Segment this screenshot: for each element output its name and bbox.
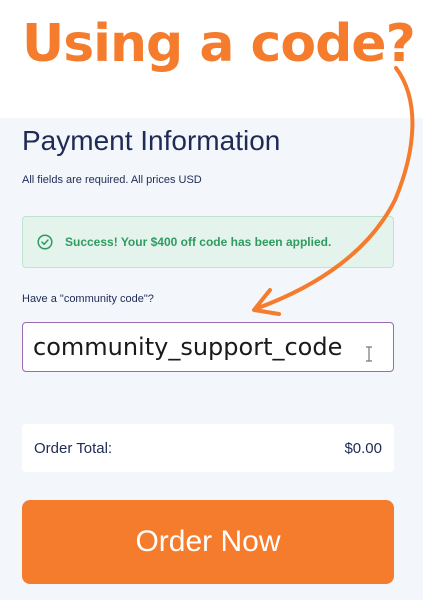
text-cursor-icon <box>366 346 372 362</box>
headline: Using a code? <box>22 14 416 74</box>
success-message: Success! Your $400 off code has been app… <box>65 235 332 249</box>
order-total-row: Order Total: $0.00 <box>22 424 394 472</box>
success-alert: Success! Your $400 off code has been app… <box>22 216 394 268</box>
order-now-button[interactable]: Order Now <box>22 500 394 584</box>
page-title: Payment Information <box>22 125 281 156</box>
community-code-label: Have a "community code"? <box>22 293 154 305</box>
page-subtitle: All fields are required. All prices USD <box>22 174 202 186</box>
order-total-value: $0.00 <box>344 439 382 457</box>
community-code-input[interactable] <box>22 322 394 372</box>
order-total-label: Order Total: <box>34 439 113 457</box>
check-circle-icon <box>37 234 53 250</box>
